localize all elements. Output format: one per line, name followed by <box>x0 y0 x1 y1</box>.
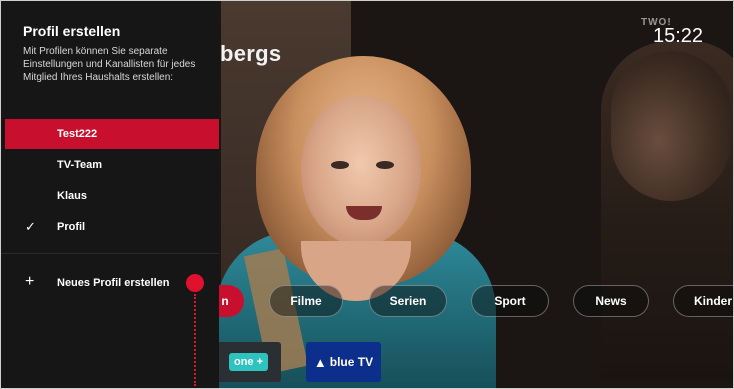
profile-item-tv-team[interactable]: TV-Team <box>5 150 219 180</box>
profile-panel: Profil erstellen Mit Profilen können Sie… <box>1 1 219 388</box>
divider <box>1 253 219 254</box>
focus-dot-icon <box>186 274 204 292</box>
blue-tv-label: blue TV <box>329 355 374 369</box>
profile-item-klaus[interactable]: Klaus <box>5 181 219 211</box>
profile-label: TV-Team <box>57 159 103 171</box>
category-pill-news[interactable]: News <box>573 285 649 317</box>
tv-screen: bergs TWO! 15:22 n Filme Serien Sport Ne… <box>0 0 734 389</box>
blue-tv-logo-icon: ▲ <box>313 354 327 370</box>
profile-item-profil[interactable]: ✓ Profil <box>5 212 219 242</box>
profile-label: Test222 <box>57 128 98 140</box>
category-pill-serien[interactable]: Serien <box>369 285 447 317</box>
one-plus-logo: one + <box>228 353 269 371</box>
video-person-eye <box>331 161 349 169</box>
check-icon: ✓ <box>25 219 36 234</box>
category-pill-sport[interactable]: Sport <box>471 285 549 317</box>
video-person-back-head <box>611 51 731 201</box>
profile-label: Klaus <box>57 190 87 202</box>
panel-description: Mit Profilen können Sie separate Einstel… <box>23 46 196 83</box>
plus-icon[interactable]: + <box>25 273 34 291</box>
profile-label: Profil <box>57 221 86 233</box>
app-tile-one-plus[interactable]: one + <box>216 342 281 382</box>
video-person-eye <box>376 161 394 169</box>
program-title: bergs <box>220 41 282 66</box>
video-person-face <box>301 96 421 246</box>
panel-title: Profil erstellen <box>23 23 121 39</box>
category-pill-filme[interactable]: Filme <box>269 285 343 317</box>
category-pill-kinder[interactable]: Kinder <box>673 285 733 317</box>
profile-item-test222[interactable]: Test222 <box>5 119 219 149</box>
focus-dotted-line <box>194 294 196 386</box>
clock: 15:22 <box>653 25 704 47</box>
new-profile-button[interactable]: Neues Profil erstellen <box>57 277 170 289</box>
app-tile-blue-tv[interactable]: ▲ blue TV <box>306 342 381 382</box>
